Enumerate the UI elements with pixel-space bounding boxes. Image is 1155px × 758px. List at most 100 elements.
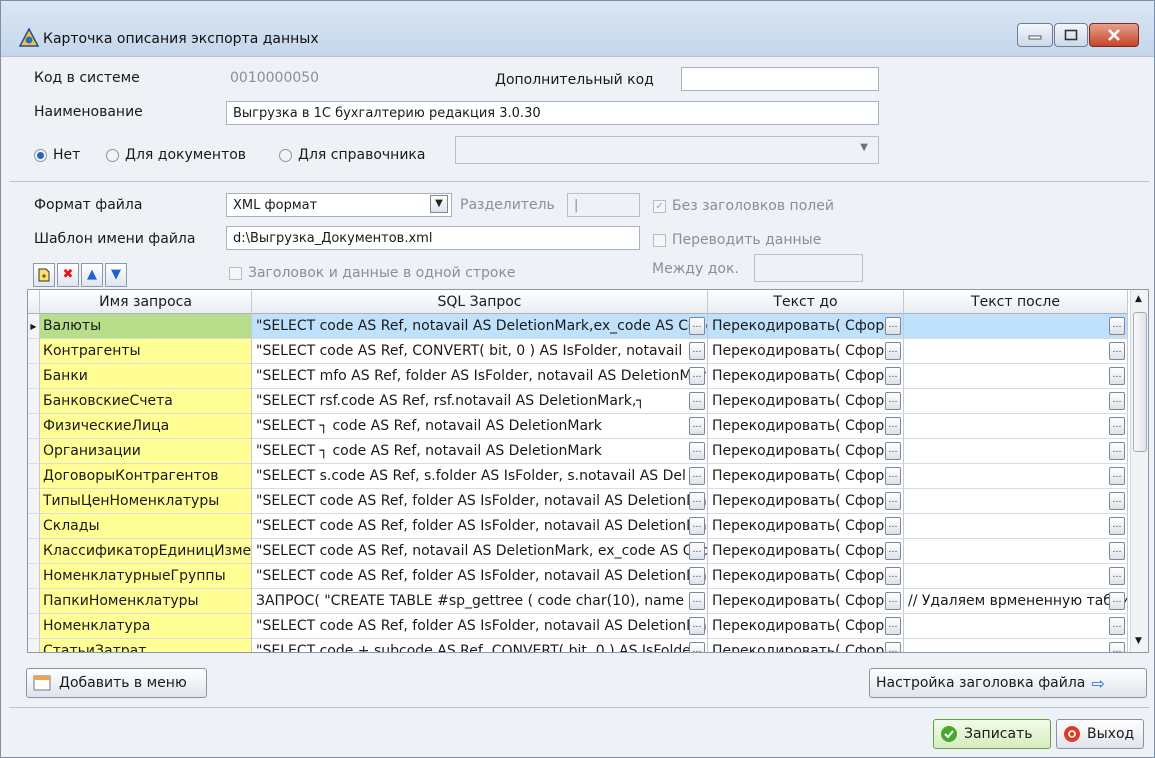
cell-query-name[interactable]: ФизическиеЛица: [40, 414, 252, 439]
ellipsis-icon[interactable]: …: [689, 492, 705, 510]
scroll-down-icon[interactable]: ▼: [1135, 636, 1142, 646]
ellipsis-icon[interactable]: …: [689, 442, 705, 460]
radio-ref[interactable]: Для справочника: [279, 147, 425, 163]
cell-query-name[interactable]: ПапкиНоменклатуры: [40, 589, 252, 614]
header-settings-button[interactable]: Настройка заголовка файла ⇨: [869, 668, 1147, 698]
table-row[interactable]: ДоговорыКонтрагентов "SELECT s.code AS Re…: [28, 464, 1128, 489]
row-indicator[interactable]: [28, 389, 40, 414]
cell-sql[interactable]: "SELECT code + subcode AS Ref, CONVERT( …: [252, 639, 708, 652]
scroll-thumb[interactable]: [1133, 312, 1147, 452]
between-docs-input[interactable]: [754, 254, 863, 282]
template-input[interactable]: d:\Выгрузка_Документов.xml: [226, 226, 640, 250]
ellipsis-icon[interactable]: …: [689, 642, 705, 652]
ellipsis-icon[interactable]: …: [885, 442, 901, 460]
ellipsis-icon[interactable]: …: [689, 567, 705, 585]
cell-before[interactable]: Перекодировать( Сформ…: [708, 314, 904, 339]
cell-sql[interactable]: "SELECT code AS Ref, folder AS IsFolder,…: [252, 614, 708, 639]
cell-query-name[interactable]: Номенклатура: [40, 614, 252, 639]
ellipsis-icon[interactable]: …: [1109, 342, 1125, 360]
current-row-indicator[interactable]: ▶: [28, 314, 40, 339]
cell-after[interactable]: …: [904, 389, 1128, 414]
cell-sql[interactable]: "SELECT ┐ code AS Ref, notavail AS Delet…: [252, 439, 708, 464]
one-line-checkbox[interactable]: Заголовок и данные в одной строке: [229, 265, 516, 281]
cell-sql[interactable]: ЗАПРОС( "CREATE TABLE #sp_gettree ( code…: [252, 589, 708, 614]
row-indicator[interactable]: [28, 339, 40, 364]
scroll-up-icon[interactable]: ▲: [1135, 294, 1142, 304]
ellipsis-icon[interactable]: …: [885, 592, 901, 610]
cell-query-name[interactable]: Склады: [40, 514, 252, 539]
cell-after[interactable]: …: [904, 364, 1128, 389]
cell-query-name[interactable]: ТипыЦенНоменклатуры: [40, 489, 252, 514]
cell-query-name[interactable]: Банки: [40, 364, 252, 389]
cell-before[interactable]: Перекодировать( Сформ…: [708, 514, 904, 539]
cell-sql[interactable]: "SELECT rsf.code AS Ref, rsf.notavail AS…: [252, 389, 708, 414]
ellipsis-icon[interactable]: …: [885, 417, 901, 435]
cell-before[interactable]: Перекодировать( Сформ…: [708, 589, 904, 614]
add-row-button[interactable]: [33, 263, 55, 287]
query-grid[interactable]: Имя запроса SQL Запрос Текст до Текст по…: [27, 289, 1149, 653]
row-indicator[interactable]: [28, 414, 40, 439]
ellipsis-icon[interactable]: …: [1109, 317, 1125, 335]
cell-sql[interactable]: "SELECT code AS Ref, folder AS IsFolder,…: [252, 564, 708, 589]
ellipsis-icon[interactable]: …: [1109, 617, 1125, 635]
minimize-button[interactable]: [1017, 23, 1053, 47]
cell-before[interactable]: Перекодировать( Сформ…: [708, 339, 904, 364]
ellipsis-icon[interactable]: …: [1109, 442, 1125, 460]
cell-query-name[interactable]: Организации: [40, 439, 252, 464]
ref-select[interactable]: ▼: [455, 136, 879, 164]
ellipsis-icon[interactable]: …: [1109, 492, 1125, 510]
row-indicator[interactable]: [28, 439, 40, 464]
table-row[interactable]: Номенклатура "SELECT code AS Ref, folder …: [28, 614, 1128, 639]
table-row[interactable]: ТипыЦенНоменклатуры "SELECT code AS Ref, …: [28, 489, 1128, 514]
table-row[interactable]: НоменклатурныеГруппы "SELECT code AS Ref,…: [28, 564, 1128, 589]
column-header-sql[interactable]: SQL Запрос: [252, 290, 708, 314]
translate-checkbox[interactable]: Переводить данные: [653, 232, 821, 248]
ellipsis-icon[interactable]: …: [885, 642, 901, 652]
ellipsis-icon[interactable]: …: [1109, 417, 1125, 435]
ellipsis-icon[interactable]: …: [689, 467, 705, 485]
cell-sql[interactable]: "SELECT code AS Ref, notavail AS Deletio…: [252, 539, 708, 564]
ellipsis-icon[interactable]: …: [885, 392, 901, 410]
ellipsis-icon[interactable]: …: [689, 342, 705, 360]
name-input[interactable]: Выгрузка в 1С бухгалтерию редакция 3.0.3…: [226, 101, 879, 125]
save-button[interactable]: Записать: [933, 719, 1051, 749]
cell-after[interactable]: …: [904, 339, 1128, 364]
ellipsis-icon[interactable]: …: [1109, 517, 1125, 535]
cell-after[interactable]: …: [904, 564, 1128, 589]
delete-row-button[interactable]: ✖: [57, 263, 79, 287]
cell-before[interactable]: Перекодировать( Сформ…: [708, 414, 904, 439]
ellipsis-icon[interactable]: …: [689, 592, 705, 610]
cell-sql[interactable]: "SELECT code AS Ref, notavail AS Deletio…: [252, 314, 708, 339]
table-row[interactable]: ▶ Валюты "SELECT code AS Ref, notavail AS …: [28, 314, 1128, 339]
cell-sql[interactable]: "SELECT code AS Ref, CONVERT( bit, 0 ) A…: [252, 339, 708, 364]
cell-after[interactable]: …: [904, 464, 1128, 489]
ellipsis-icon[interactable]: …: [885, 367, 901, 385]
ellipsis-icon[interactable]: …: [885, 542, 901, 560]
ellipsis-icon[interactable]: …: [885, 467, 901, 485]
radio-none[interactable]: Нет: [34, 147, 80, 163]
cell-query-name[interactable]: СтатьиЗатрат: [40, 639, 252, 652]
row-indicator[interactable]: [28, 364, 40, 389]
ellipsis-icon[interactable]: …: [689, 417, 705, 435]
cell-sql[interactable]: "SELECT code AS Ref, folder AS IsFolder,…: [252, 489, 708, 514]
cell-before[interactable]: Перекодировать( Сформ…: [708, 539, 904, 564]
cell-sql[interactable]: "SELECT ┐ code AS Ref, notavail AS Delet…: [252, 414, 708, 439]
column-header-after[interactable]: Текст после: [904, 290, 1128, 314]
table-row[interactable]: Банки "SELECT mfo AS Ref, folder AS IsFol…: [28, 364, 1128, 389]
row-indicator[interactable]: [28, 614, 40, 639]
extra-code-input[interactable]: [681, 67, 879, 91]
maximize-button[interactable]: [1054, 23, 1088, 47]
ellipsis-icon[interactable]: …: [885, 517, 901, 535]
format-select[interactable]: XML формат: [226, 193, 452, 217]
row-indicator[interactable]: [28, 639, 40, 652]
ellipsis-icon[interactable]: …: [1109, 392, 1125, 410]
cell-after[interactable]: …: [904, 614, 1128, 639]
cell-query-name[interactable]: НоменклатурныеГруппы: [40, 564, 252, 589]
cell-query-name[interactable]: Контрагенты: [40, 339, 252, 364]
cell-sql[interactable]: "SELECT code AS Ref, folder AS IsFolder,…: [252, 514, 708, 539]
move-up-button[interactable]: ▲: [81, 263, 103, 287]
ellipsis-icon[interactable]: …: [885, 492, 901, 510]
column-header-name[interactable]: Имя запроса: [40, 290, 252, 314]
cell-query-name[interactable]: Валюты: [40, 314, 252, 339]
radio-docs[interactable]: Для документов: [106, 147, 246, 163]
